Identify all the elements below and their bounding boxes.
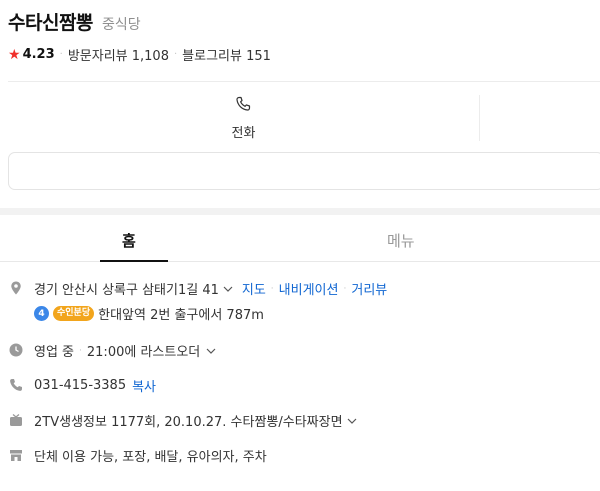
separator-dot: ·: [79, 345, 82, 356]
subway-line-name-badge: 수인분당: [53, 306, 95, 321]
address-row: 경기 안산시 상록구 삼태기1길 41 지도 · 내비게이션 · 거리뷰: [34, 279, 387, 298]
phone-number[interactable]: 031-415-3385: [34, 378, 126, 393]
empty-input-box[interactable]: [8, 152, 600, 190]
separator-dot: ·: [59, 49, 63, 60]
map-link[interactable]: 지도: [242, 279, 266, 298]
clock-icon: [9, 343, 23, 357]
blog-reviews-link[interactable]: 블로그리뷰 151: [182, 45, 271, 64]
action-separator: [479, 95, 480, 141]
tv-info-row[interactable]: 2TV생생정보 1177회, 20.10.27. 수타짬뽕/수타짜장면: [34, 411, 358, 430]
tv-info-text: 2TV생생정보 1177회, 20.10.27. 수타짬뽕/수타짜장면: [34, 415, 343, 430]
tab-bar-border: [0, 261, 600, 262]
tv-icon: [10, 414, 22, 426]
place-title-row: 수타신짬뽕 중식당: [8, 8, 141, 35]
copy-phone-button[interactable]: 복사: [132, 376, 156, 395]
chevron-down-icon[interactable]: [346, 415, 358, 427]
separator-dot: ·: [343, 283, 347, 294]
separator-dot: ·: [270, 283, 274, 294]
place-category: 중식당: [102, 17, 141, 33]
phone-icon: [236, 96, 251, 111]
visitor-reviews-link[interactable]: 방문자리뷰 1,108: [68, 45, 169, 64]
street-view-link[interactable]: 거리뷰: [351, 279, 387, 298]
separator-dot: ·: [173, 49, 178, 60]
subway-line-badge: 4: [34, 306, 49, 321]
open-status: 영업 중: [34, 345, 75, 360]
tab-menu[interactable]: 메뉴: [387, 230, 415, 251]
phone-row: 031-415-3385 복사: [34, 376, 156, 395]
store-icon: [10, 450, 22, 461]
section-separator: [0, 208, 600, 215]
last-order-text: 21:00에 라스트오더: [86, 345, 201, 360]
chevron-down-icon[interactable]: [222, 283, 234, 295]
subway-row: 4 수인분당 한대앞역 2번 출구에서 787m: [34, 304, 264, 323]
subway-distance-text: 한대앞역 2번 출구에서 787m: [98, 308, 264, 323]
call-label: 전화: [231, 126, 256, 141]
call-button[interactable]: 전화: [8, 82, 479, 142]
facilities-text: 단체 이용 가능, 포장, 배달, 유아의자, 주차: [34, 450, 267, 465]
rating-value: 4.23: [22, 47, 55, 62]
phone-icon: [10, 379, 22, 391]
location-pin-icon: [11, 281, 21, 295]
rating-row: ★ 4.23 · 방문자리뷰 1,108 · 블로그리뷰 151: [8, 45, 271, 65]
star-icon: ★: [8, 46, 21, 63]
hours-row[interactable]: 영업 중 · 21:00에 라스트오더: [34, 341, 217, 360]
place-name: 수타신짬뽕: [8, 12, 93, 34]
tab-home[interactable]: 홈: [122, 230, 136, 251]
tab-active-indicator: [100, 260, 168, 262]
navigation-link[interactable]: 내비게이션: [279, 279, 339, 298]
chevron-down-icon[interactable]: [205, 345, 217, 357]
facilities-row: 단체 이용 가능, 포장, 배달, 유아의자, 주차: [34, 446, 267, 465]
address-text: 경기 안산시 상록구 삼태기1길 41: [34, 283, 219, 298]
